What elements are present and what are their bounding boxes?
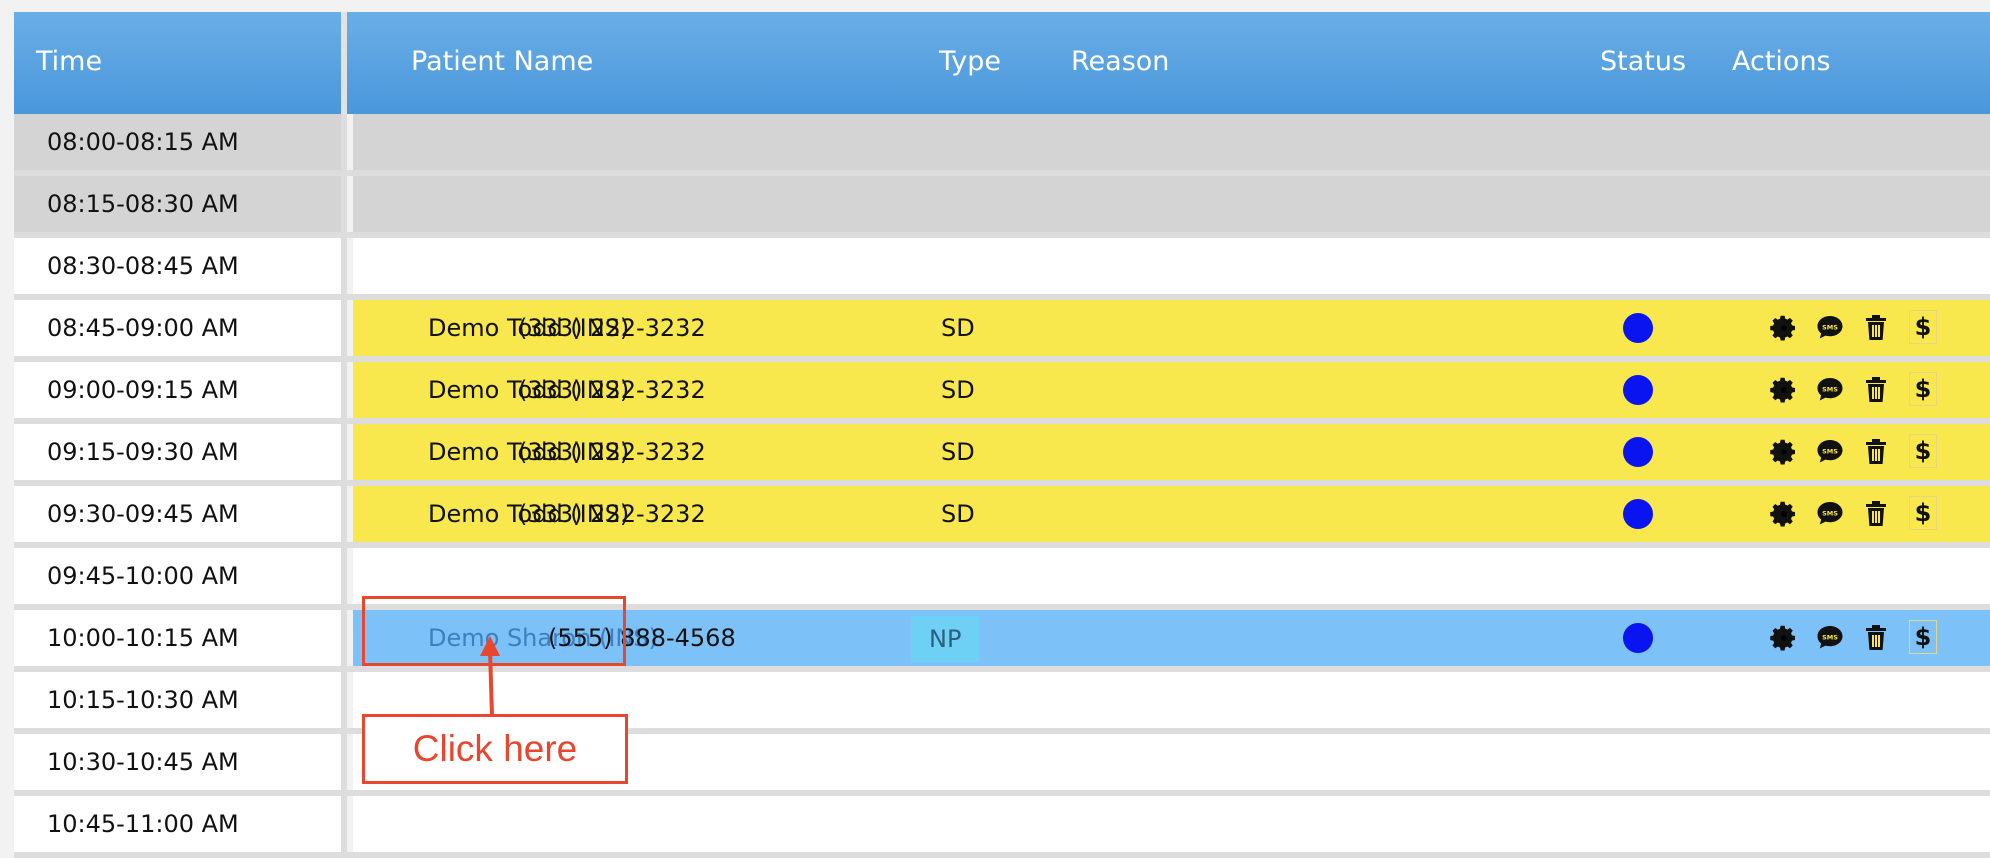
patient-phone: (333) 222-3232 <box>518 314 706 342</box>
appointment-type: NP <box>911 616 980 662</box>
svg-text:SMS: SMS <box>1822 386 1838 394</box>
appointment-cell[interactable]: Demo Todd (INS) (333) 222-3232 SD SMS $ <box>353 424 1990 480</box>
status-dot-icon[interactable] <box>1623 437 1653 467</box>
time-slot: 08:15-08:30 AM <box>14 176 347 232</box>
annotation-arrow <box>480 636 500 717</box>
header-patient-name: Patient Name <box>411 46 594 77</box>
time-slot: 09:30-09:45 AM <box>14 486 347 542</box>
schedule-table: Time Patient Name Type Reason Status Act… <box>14 12 1990 858</box>
time-slot: 09:15-09:30 AM <box>14 424 347 480</box>
billing-dollar-button[interactable]: $ <box>1909 310 1937 344</box>
appointment-cell[interactable] <box>353 176 1990 232</box>
patient-phone: (333) 222-3232 <box>518 438 706 466</box>
header-time: Time <box>36 46 103 77</box>
sms-icon[interactable]: SMS <box>1816 314 1844 342</box>
appointment-cell[interactable]: Demo Todd (INS) (333) 222-3232 SD SMS $ <box>353 362 1990 418</box>
table-row[interactable]: 08:30-08:45 AM <box>14 238 1990 300</box>
appointment-cell[interactable] <box>353 114 1990 170</box>
svg-text:SMS: SMS <box>1822 448 1838 456</box>
trash-icon[interactable] <box>1864 500 1892 528</box>
status-dot-icon[interactable] <box>1623 375 1653 405</box>
appointment-type: SD <box>941 376 975 404</box>
gear-icon[interactable] <box>1770 500 1798 528</box>
table-row[interactable]: 10:15-10:30 AM <box>14 672 1990 734</box>
table-row[interactable]: 08:45-09:00 AM Demo Todd (INS) (333) 222-3… <box>14 300 1990 362</box>
annotation-callout: Click here <box>362 714 628 784</box>
table-body: 08:00-08:15 AM 08:15-08:30 AM 08:30-08:45 … <box>14 114 1990 858</box>
header-status: Status <box>1600 46 1687 77</box>
time-slot: 10:15-10:30 AM <box>14 672 347 728</box>
status-dot-icon[interactable] <box>1623 499 1653 529</box>
appointment-type: SD <box>941 438 975 466</box>
table-row[interactable]: 10:30-10:45 AM <box>14 734 1990 796</box>
row-divider <box>14 852 1990 858</box>
appointment-cell[interactable] <box>353 238 1990 294</box>
gear-icon[interactable] <box>1770 376 1798 404</box>
appointment-type: SD <box>941 314 975 342</box>
time-slot: 09:45-10:00 AM <box>14 548 347 604</box>
billing-dollar-button[interactable]: $ <box>1909 496 1937 530</box>
appointment-cell[interactable] <box>353 796 1990 852</box>
trash-icon[interactable] <box>1864 314 1892 342</box>
billing-dollar-button[interactable]: $ <box>1909 372 1937 406</box>
table-row[interactable]: 09:30-09:45 AM Demo Todd (INS) (333) 222-3… <box>14 486 1990 548</box>
status-dot-icon[interactable] <box>1623 623 1653 653</box>
trash-icon[interactable] <box>1864 438 1892 466</box>
table-row[interactable]: 09:15-09:30 AM Demo Todd (INS) (333) 222-3… <box>14 424 1990 486</box>
status-dot-icon[interactable] <box>1623 313 1653 343</box>
header-actions: Actions <box>1732 46 1831 77</box>
appointment-type: SD <box>941 500 975 528</box>
patient-phone: (333) 222-3232 <box>518 500 706 528</box>
time-slot: 09:00-09:15 AM <box>14 362 347 418</box>
table-row[interactable]: 09:00-09:15 AM Demo Todd (INS) (333) 222-3… <box>14 362 1990 424</box>
time-slot: 08:30-08:45 AM <box>14 238 347 294</box>
trash-icon[interactable] <box>1864 376 1892 404</box>
time-slot: 08:45-09:00 AM <box>14 300 347 356</box>
trash-icon[interactable] <box>1864 624 1892 652</box>
time-slot: 10:30-10:45 AM <box>14 734 347 790</box>
svg-text:SMS: SMS <box>1822 324 1838 332</box>
appointment-cell[interactable]: Demo Todd (INS) (333) 222-3232 SD SMS $ <box>353 486 1990 542</box>
gear-icon[interactable] <box>1770 314 1798 342</box>
billing-dollar-button[interactable]: $ <box>1909 620 1937 654</box>
time-slot: 10:00-10:15 AM <box>14 610 347 666</box>
sms-icon[interactable]: SMS <box>1816 376 1844 404</box>
sms-icon[interactable]: SMS <box>1816 438 1844 466</box>
header-type: Type <box>939 46 1002 77</box>
header-reason: Reason <box>1071 46 1170 77</box>
gear-icon[interactable] <box>1770 438 1798 466</box>
time-slot: 08:00-08:15 AM <box>14 114 347 170</box>
svg-text:SMS: SMS <box>1822 510 1838 518</box>
table-row[interactable]: 10:45-11:00 AM <box>14 796 1990 858</box>
sms-icon[interactable]: SMS <box>1816 500 1844 528</box>
gear-icon[interactable] <box>1770 624 1798 652</box>
time-slot: 10:45-11:00 AM <box>14 796 347 852</box>
table-row[interactable]: 08:15-08:30 AM <box>14 176 1990 238</box>
svg-text:SMS: SMS <box>1822 634 1838 642</box>
table-row[interactable]: 10:00-10:15 AM Demo Sharon (INS) (555) 888… <box>14 610 1990 672</box>
table-row[interactable]: 09:45-10:00 AM <box>14 548 1990 610</box>
table-header: Time Patient Name Type Reason Status Act… <box>14 12 1990 114</box>
appointment-cell[interactable]: Demo Todd (INS) (333) 222-3232 SD SMS $ <box>353 300 1990 356</box>
table-row[interactable]: 08:00-08:15 AM <box>14 114 1990 176</box>
sms-icon[interactable]: SMS <box>1816 624 1844 652</box>
billing-dollar-button[interactable]: $ <box>1909 434 1937 468</box>
patient-phone: (333) 222-3232 <box>518 376 706 404</box>
